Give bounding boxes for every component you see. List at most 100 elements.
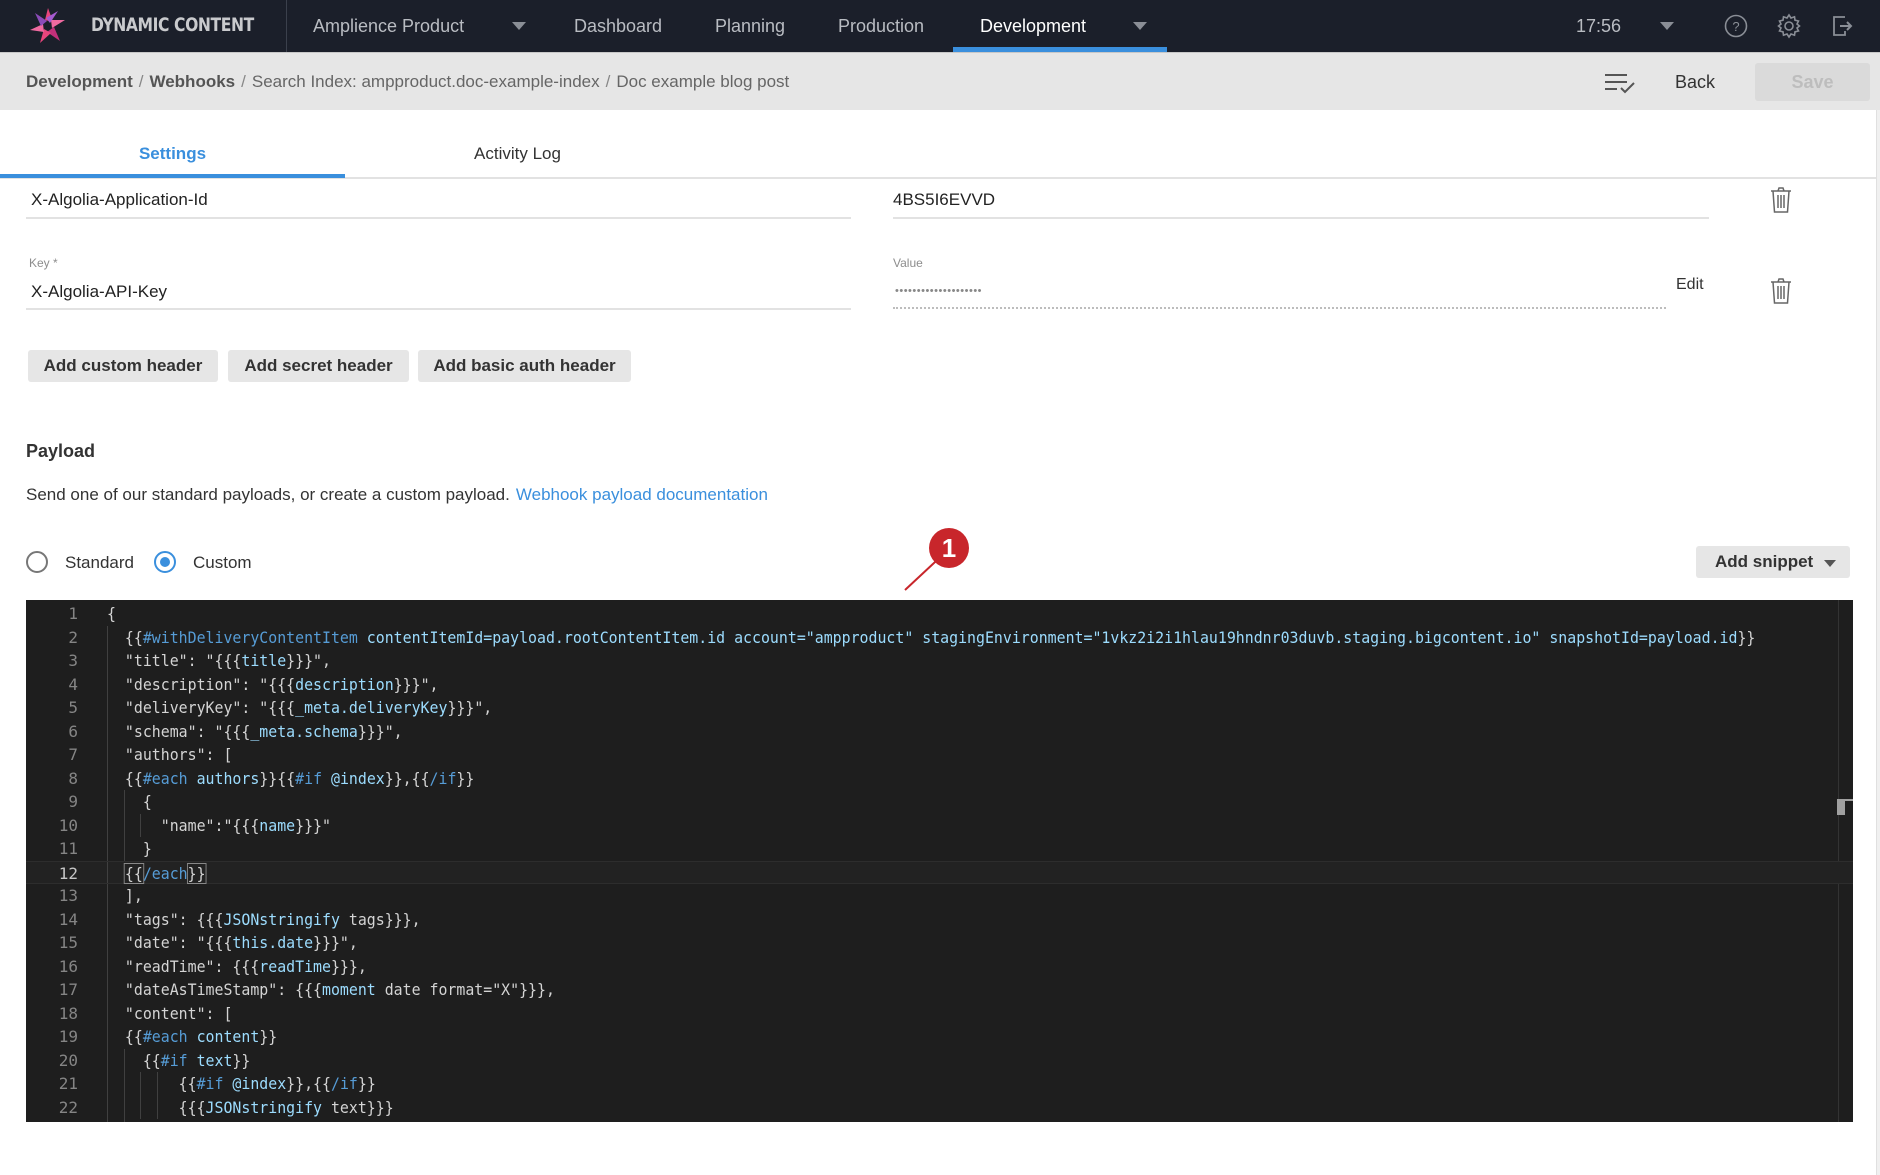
back-button[interactable]: Back: [1660, 63, 1730, 101]
add-basic-auth-header-button[interactable]: Add basic auth header: [418, 350, 631, 382]
breadcrumb-webhooks[interactable]: Webhooks: [149, 72, 235, 91]
breadcrumb-search-index: Search Index: ampproduct.doc-example-ind…: [251, 72, 600, 91]
line-number: 11: [58, 839, 78, 858]
code-line[interactable]: 9 {: [26, 790, 1853, 814]
code-line[interactable]: 18 "content": [: [26, 1001, 1853, 1025]
line-number: 10: [58, 815, 78, 835]
code-line[interactable]: 20 {{#if text}}: [26, 1048, 1853, 1072]
custom-radio-label[interactable]: Custom: [193, 553, 252, 573]
add-custom-header-button[interactable]: Add custom header: [28, 350, 218, 382]
code-line[interactable]: 8 {{#each authors}}{{#if @index}},{{/if}…: [26, 766, 1853, 790]
nav-dashboard[interactable]: Dashboard: [574, 16, 662, 37]
line-number: 20: [58, 1050, 78, 1070]
hub-selector[interactable]: Amplience Product: [313, 16, 464, 37]
header-key-input[interactable]: X-Algolia-Application-Id: [31, 190, 208, 210]
tab-activity-log[interactable]: Activity Log: [345, 144, 690, 164]
line-number: 4: [68, 674, 78, 694]
code-line[interactable]: 3 "title": "{{{title}}}",: [26, 649, 1853, 673]
breadcrumb: Development / Webhooks / Search Index: amppr…: [26, 72, 790, 91]
line-number: 19: [58, 1027, 78, 1046]
breadcrumb-development[interactable]: Development: [26, 72, 133, 91]
chevron-down-icon: [1824, 560, 1836, 567]
line-number: 17: [58, 980, 78, 999]
code-text: {{#each content}}: [107, 1027, 278, 1046]
code-text: "name":"{{{name}}}": [107, 815, 331, 835]
secret-header-key-input[interactable]: X-Algolia-API-Key: [31, 282, 167, 302]
code-line[interactable]: 22 {{{JSONstringify text}}}: [26, 1095, 1853, 1119]
help-icon[interactable]: ?: [1722, 12, 1750, 40]
logout-icon[interactable]: [1828, 12, 1856, 40]
code-line[interactable]: 2 {{#withDeliveryContentItem contentItem…: [26, 625, 1853, 649]
clock: 17:56: [1576, 16, 1622, 36]
code-line[interactable]: 23 {{/if}}: [26, 1119, 1853, 1122]
line-number: 12: [58, 863, 78, 883]
header-key-underline: [26, 217, 851, 219]
code-text: "description": "{{{description}}}",: [107, 674, 439, 694]
line-number: 15: [58, 933, 78, 952]
code-text: {{#if text}}: [107, 1050, 251, 1070]
code-text: ],: [107, 886, 143, 905]
code-line[interactable]: 10 "name":"{{{name}}}": [26, 813, 1853, 837]
delete-header-trash-icon[interactable]: [1768, 185, 1794, 215]
code-line[interactable]: 6 "schema": "{{{_meta.schema}}}",: [26, 719, 1853, 743]
code-line[interactable]: 11 }: [26, 837, 1853, 861]
page-scrollbar[interactable]: [1876, 110, 1880, 1175]
code-line[interactable]: 21 {{#if @index}},{{/if}}: [26, 1072, 1853, 1096]
line-number: 21: [58, 1074, 78, 1093]
code-text: "deliveryKey": "{{{_meta.deliveryKey}}}"…: [107, 698, 493, 717]
settings-gear-icon[interactable]: [1775, 12, 1803, 40]
save-button[interactable]: Save: [1755, 63, 1870, 101]
user-menu-caret-icon[interactable]: [1660, 22, 1674, 30]
line-number: 23: [26, 1119, 78, 1122]
code-line[interactable]: 1{: [26, 602, 1853, 626]
line-number: 18: [58, 1003, 78, 1023]
delete-secret-header-trash-icon[interactable]: [1768, 276, 1794, 306]
code-line[interactable]: 5 "deliveryKey": "{{{_meta.deliveryKey}}…: [26, 696, 1853, 720]
add-snippet-button[interactable]: Add snippet: [1696, 546, 1850, 578]
nav-planning[interactable]: Planning: [715, 16, 785, 37]
checklist-icon[interactable]: [1603, 71, 1637, 95]
line-number: 1: [68, 604, 78, 623]
header-value-input[interactable]: 4BS5I6EVVD: [893, 190, 995, 210]
code-text: {: [107, 792, 152, 811]
code-line[interactable]: 16 "readTime": {{{readTime}}},: [26, 954, 1853, 978]
webhook-payload-docs-link[interactable]: Webhook payload documentation: [516, 485, 768, 504]
code-line[interactable]: 7 "authors": [: [26, 743, 1853, 767]
line-number: 5: [68, 698, 78, 717]
tab-settings[interactable]: Settings: [0, 144, 345, 164]
value-label: Value: [893, 256, 923, 270]
code-line[interactable]: 19 {{#each content}}: [26, 1025, 1853, 1049]
code-line[interactable]: 12 {{/each}}: [26, 860, 1853, 884]
code-line[interactable]: 15 "date": "{{{this.date}}}",: [26, 931, 1853, 955]
code-text: "dateAsTimeStamp": {{{moment date format…: [107, 980, 555, 999]
code-line[interactable]: 14 "tags": {{{JSONstringify tags}}},: [26, 907, 1853, 931]
add-snippet-label: Add snippet: [1715, 552, 1814, 571]
add-secret-header-button[interactable]: Add secret header: [228, 350, 409, 382]
line-number: 9: [68, 792, 78, 811]
nav-development[interactable]: Development: [980, 16, 1086, 37]
standard-radio-label[interactable]: Standard: [65, 553, 134, 573]
code-text: "content": [: [107, 1003, 233, 1023]
line-number: 3: [68, 651, 78, 670]
code-text: {{/if}}: [107, 1119, 206, 1122]
nav-production[interactable]: Production: [838, 16, 924, 37]
hub-dropdown-caret-icon[interactable]: [512, 22, 526, 30]
code-line[interactable]: 17 "dateAsTimeStamp": {{{moment date for…: [26, 978, 1853, 1002]
code-text: {{#withDeliveryContentItem contentItemId…: [107, 627, 1756, 647]
code-line[interactable]: 4 "description": "{{{description}}}",: [26, 672, 1853, 696]
code-text: "readTime": {{{readTime}}},: [107, 956, 367, 976]
edit-secret-button[interactable]: Edit: [1676, 276, 1704, 294]
standard-radio[interactable]: [26, 551, 48, 573]
line-number: 7: [68, 745, 78, 764]
active-tab-indicator: [0, 174, 345, 178]
custom-radio[interactable]: [154, 551, 176, 573]
line-number: 2: [68, 627, 78, 647]
line-number: 14: [58, 909, 78, 929]
development-dropdown-caret-icon[interactable]: [1133, 22, 1147, 30]
annotation-pointer: [904, 560, 937, 591]
code-text: }: [107, 839, 152, 858]
code-line[interactable]: 13 ],: [26, 884, 1853, 908]
payload-description-text: Send one of our standard payloads, or cr…: [26, 485, 510, 504]
payload-code-editor[interactable]: 1{2 {{#withDeliveryContentItem contentIt…: [26, 600, 1853, 1122]
payload-description: Send one of our standard payloads, or cr…: [26, 485, 768, 505]
